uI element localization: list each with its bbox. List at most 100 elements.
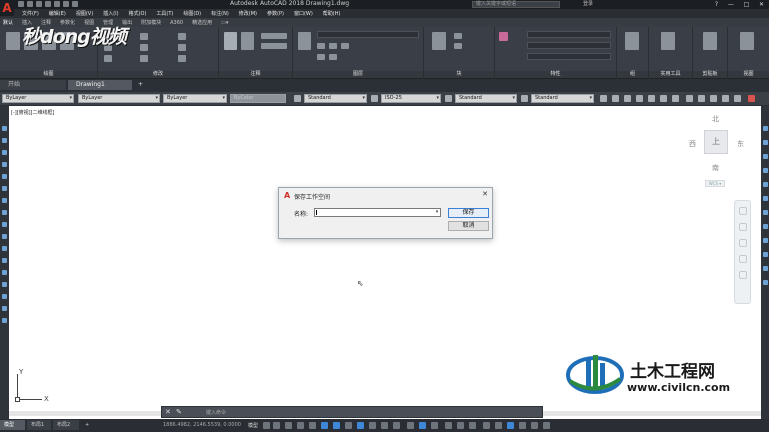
isolate-objects-icon[interactable] xyxy=(507,422,514,429)
annotation-monitor-icon[interactable] xyxy=(419,422,426,429)
rotate-icon[interactable] xyxy=(140,33,148,40)
layer-match-icon[interactable] xyxy=(317,54,325,60)
tab-layout1[interactable]: 布局1 xyxy=(27,420,51,430)
toolbar-icon-12[interactable] xyxy=(734,95,741,102)
draw-tool-icon[interactable] xyxy=(2,126,7,131)
panel-title-utilities[interactable]: 实用工具 xyxy=(649,71,692,78)
draw-tool-icon[interactable] xyxy=(2,282,7,287)
wrench-icon[interactable]: ✎ xyxy=(176,408,182,416)
tab-addins[interactable]: 附加模块 xyxy=(141,19,161,26)
3d-osnap-icon[interactable] xyxy=(407,422,414,429)
draw-tool-icon[interactable] xyxy=(2,270,7,275)
polar-tracking-icon[interactable] xyxy=(321,422,328,429)
layer-current-icon[interactable] xyxy=(329,54,337,60)
toolbar-icon-13[interactable] xyxy=(748,95,755,102)
toolbar-icon-2[interactable] xyxy=(612,95,619,102)
modify-tool-icon[interactable] xyxy=(763,252,768,257)
plotstyle-select[interactable]: ByColor xyxy=(230,94,286,103)
viewcube-top-face[interactable]: 上 xyxy=(704,130,728,154)
toolbar-icon-11[interactable] xyxy=(722,95,729,102)
toolbar-icon-7[interactable] xyxy=(672,95,679,102)
array-icon[interactable] xyxy=(178,55,186,62)
draw-tool-icon[interactable] xyxy=(2,318,7,323)
menu-parametric[interactable]: 参数(P) xyxy=(267,10,284,17)
object-snap-icon[interactable] xyxy=(357,422,364,429)
maximize-icon[interactable]: □ xyxy=(744,1,750,8)
text-icon[interactable] xyxy=(224,32,237,50)
toolbar-icon-3[interactable] xyxy=(624,95,631,102)
undo-icon[interactable] xyxy=(63,1,69,7)
annotation-visibility-icon[interactable] xyxy=(457,422,464,429)
viewport-controls[interactable]: [-][俯视][二维线框] xyxy=(11,109,55,116)
trim-icon[interactable] xyxy=(178,33,186,40)
mirror-icon[interactable] xyxy=(140,44,148,51)
file-tab-drawing1[interactable]: Drawing1 xyxy=(68,80,132,90)
draw-tool-icon[interactable] xyxy=(2,222,7,227)
close-icon[interactable]: ✕ xyxy=(165,408,171,416)
line-icon[interactable] xyxy=(6,32,20,50)
menu-modify[interactable]: 修改(M) xyxy=(239,10,257,17)
draw-tool-icon[interactable] xyxy=(2,246,7,251)
sign-in-link[interactable]: 登录 xyxy=(583,0,593,8)
auto-scale-icon[interactable] xyxy=(469,422,476,429)
viewcube-north[interactable]: 北 xyxy=(712,114,719,124)
toolbar-icon-9[interactable] xyxy=(698,95,705,102)
grid-icon[interactable] xyxy=(263,422,270,429)
menu-window[interactable]: 窗口(W) xyxy=(294,10,313,17)
layer-properties-icon[interactable] xyxy=(298,32,311,50)
layer-isolate-icon[interactable] xyxy=(329,43,337,49)
modify-tool-icon[interactable] xyxy=(763,280,768,285)
modify-tool-icon[interactable] xyxy=(763,140,768,145)
command-line[interactable]: ✕ ✎ 键入命令 xyxy=(161,406,543,418)
modify-tool-icon[interactable] xyxy=(763,238,768,243)
menu-view[interactable]: 视图(V) xyxy=(76,10,93,17)
menu-edit[interactable]: 编辑(E) xyxy=(49,10,66,17)
workspace-name-combobox[interactable]: ▾ xyxy=(314,208,441,217)
modify-tool-icon[interactable] xyxy=(763,154,768,159)
tab-model[interactable]: 模型 xyxy=(0,420,25,430)
draw-tool-icon[interactable] xyxy=(2,186,7,191)
annotation-scale-dropdown-icon[interactable] xyxy=(495,422,502,429)
clean-screen-icon[interactable] xyxy=(531,422,538,429)
draw-tool-icon[interactable] xyxy=(2,258,7,263)
save-as-icon[interactable] xyxy=(45,1,51,7)
draw-tool-icon[interactable] xyxy=(2,174,7,179)
fillet-icon[interactable] xyxy=(178,44,186,51)
dimension-icon[interactable] xyxy=(241,32,254,50)
draw-tool-icon[interactable] xyxy=(2,162,7,167)
dynamic-input-icon[interactable] xyxy=(297,422,304,429)
draw-tool-icon[interactable] xyxy=(2,306,7,311)
open-file-icon[interactable] xyxy=(27,1,33,7)
modify-tool-icon[interactable] xyxy=(763,266,768,271)
lineweight-select[interactable]: ByLayer ▾ xyxy=(163,94,227,103)
panel-title-modify[interactable]: 修改 xyxy=(98,71,218,78)
panel-title-clipboard[interactable]: 剪贴板 xyxy=(693,71,727,78)
panel-title-layers[interactable]: 图层 xyxy=(293,71,423,78)
panel-title-annotation[interactable]: 注释 xyxy=(219,71,292,78)
mleader-style-select[interactable]: Standard ▾ xyxy=(531,94,594,103)
paste-icon[interactable] xyxy=(703,32,717,50)
group-icon[interactable] xyxy=(625,32,639,50)
redo-icon[interactable] xyxy=(72,1,78,7)
tab-home[interactable]: 默认 xyxy=(3,19,13,26)
chevron-down-icon[interactable]: ▾ xyxy=(433,209,441,216)
pan-icon[interactable] xyxy=(739,223,747,231)
selection-cycling-icon[interactable] xyxy=(393,422,400,429)
viewcube-south[interactable]: 南 xyxy=(712,163,719,173)
save-button[interactable]: 保存 xyxy=(448,208,489,218)
isodraft-icon[interactable] xyxy=(333,422,340,429)
print-icon[interactable] xyxy=(54,1,60,7)
modify-tool-icon[interactable] xyxy=(763,196,768,201)
snap-icon[interactable] xyxy=(273,422,280,429)
draw-tool-icon[interactable] xyxy=(2,150,7,155)
save-icon[interactable] xyxy=(36,1,42,7)
viewcube-west[interactable]: 西 xyxy=(689,139,696,149)
modify-tool-icon[interactable] xyxy=(763,126,768,131)
viewcube-east[interactable]: 东 xyxy=(737,139,744,149)
new-file-icon[interactable] xyxy=(18,1,24,7)
showmotion-icon[interactable] xyxy=(739,271,747,279)
leader-icon[interactable] xyxy=(261,33,287,39)
menu-insert[interactable]: 插入(I) xyxy=(103,10,118,17)
new-tab-button[interactable]: + xyxy=(136,80,146,90)
color-dropdown[interactable] xyxy=(527,31,611,38)
